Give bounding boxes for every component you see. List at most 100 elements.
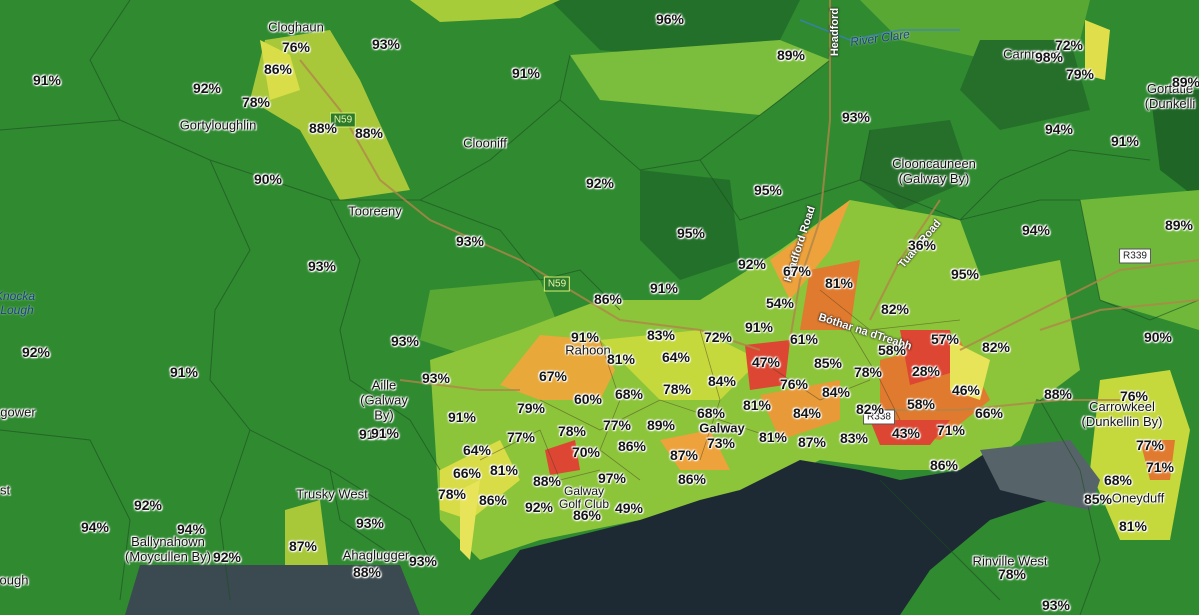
pct-label: 66% [974, 405, 1004, 421]
pct-label: 96% [655, 11, 685, 27]
pct-label: 64% [661, 349, 691, 365]
pct-label: 92% [737, 256, 767, 272]
pct-label: 68% [614, 386, 644, 402]
pct-label: 58% [877, 342, 907, 358]
pct-label: 47% [751, 354, 781, 370]
pct-label: 94% [176, 521, 206, 537]
place-st: st [0, 482, 11, 498]
pct-label: 85% [1083, 491, 1113, 507]
pct-label: 67% [782, 263, 812, 279]
pct-label: 86% [617, 438, 647, 454]
pct-label: 70% [571, 444, 601, 460]
pct-label: 78% [557, 423, 587, 439]
pct-label: 81% [606, 351, 636, 367]
pct-label: 86% [593, 291, 623, 307]
pct-label: 93% [371, 36, 401, 52]
pct-label: 78% [853, 364, 883, 380]
pct-label: 79% [516, 400, 546, 416]
pct-label: 54% [765, 295, 795, 311]
pct-label: 97% [597, 470, 627, 486]
pct-label: 61% [789, 331, 819, 347]
pct-label: 81% [489, 462, 519, 478]
pct-label: 86% [677, 471, 707, 487]
pct-label: 46% [951, 382, 981, 398]
pct-label: 77% [602, 417, 632, 433]
pct-label: 90% [1143, 329, 1173, 345]
pct-label: 57% [930, 331, 960, 347]
shield-n59-south: N59 [543, 276, 571, 292]
pct-label: 89% [646, 417, 676, 433]
pct-label: 81% [742, 397, 772, 413]
pct-label: 71% [1145, 459, 1175, 475]
place-clooncauneen: Clooncauneen (Galway By) [892, 156, 976, 186]
pct-label: 91% [511, 65, 541, 81]
pct-label: 91% [1110, 133, 1140, 149]
place-aille-line3: By) [374, 407, 394, 423]
pct-label: 67% [538, 368, 568, 384]
pct-label: 71% [936, 422, 966, 438]
place-golf-line1: Galway [563, 484, 604, 498]
pct-label: 94% [80, 519, 110, 535]
pct-label: 93% [455, 233, 485, 249]
place-aille-line1: Aille [371, 377, 397, 393]
pct-label: 60% [573, 391, 603, 407]
pct-label: 93% [1041, 597, 1071, 613]
pct-label: 93% [355, 515, 385, 531]
pct-label: 81% [758, 429, 788, 445]
choropleth-map[interactable]: Cloghaun Gortyloughlin Clooniff Tooreeny… [0, 0, 1199, 615]
place-gortatle-line2: (Dunkelli [1144, 96, 1196, 111]
pct-label: 88% [354, 125, 384, 141]
pct-label: 86% [572, 507, 602, 523]
pct-label: 95% [950, 266, 980, 282]
pct-label: 72% [703, 329, 733, 345]
pct-label: 93% [307, 258, 337, 274]
place-gortyloughlin: Gortyloughlin [179, 117, 257, 133]
pct-label: 86% [263, 61, 293, 77]
pct-label: 82% [855, 401, 885, 417]
pct-label: 92% [585, 175, 615, 191]
pct-label: 76% [281, 39, 311, 55]
pct-label: 92% [21, 344, 51, 360]
pct-label: 79% [1065, 66, 1095, 82]
pct-label: 95% [753, 182, 783, 198]
place-gower: gower [0, 404, 36, 420]
pct-label: 36% [907, 237, 937, 253]
pct-label: 91% [32, 72, 62, 88]
pct-label: 98% [1034, 49, 1064, 65]
pct-label: 66% [452, 465, 482, 481]
pct-label: 91% [570, 329, 600, 345]
pct-label: 91% [649, 280, 679, 296]
pct-label: 83% [646, 327, 676, 343]
pct-label: 76% [1119, 388, 1149, 404]
pct-label: 49% [614, 500, 644, 516]
pct-label: 91% [744, 319, 774, 335]
place-clooniff: Clooniff [463, 135, 507, 151]
place-carrowkeel-line2: (Dunkellin By) [1081, 414, 1163, 429]
pct-label: 88% [532, 473, 562, 489]
lake-lough: Lough [0, 303, 34, 317]
pct-label: 68% [1103, 472, 1133, 488]
pct-label: 84% [707, 373, 737, 389]
pct-label: 84% [792, 405, 822, 421]
pct-label: 91% [447, 409, 477, 425]
pct-label: 94% [1044, 121, 1074, 137]
place-cloghaun: Cloghaun [268, 19, 324, 35]
pct-label: 93% [421, 370, 451, 386]
pct-label: 76% [779, 376, 809, 392]
pct-label: 78% [662, 381, 692, 397]
place-aille-line2: (Galway [360, 392, 408, 408]
pct-label: 77% [506, 429, 536, 445]
pct-label: 86% [478, 492, 508, 508]
pct-label: 43% [891, 425, 921, 441]
pct-label: 92% [524, 499, 554, 515]
pct-label: 78% [241, 94, 271, 110]
pct-label: 89% [1164, 217, 1194, 233]
road-label-headford-north: Headford [829, 7, 841, 57]
pct-label: 87% [669, 447, 699, 463]
pct-label: 78% [997, 566, 1027, 582]
shield-r339: R339 [1119, 248, 1151, 264]
pct-label: 81% [824, 275, 854, 291]
pct-label: 58% [906, 396, 936, 412]
place-trusky-west: Trusky West [296, 486, 368, 502]
lake-knocka: Knocka [0, 289, 36, 303]
